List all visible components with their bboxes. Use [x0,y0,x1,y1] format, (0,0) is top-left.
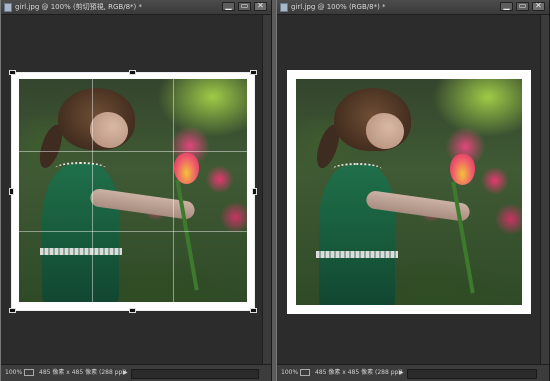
close-icon: ✕ [535,1,542,10]
close-button[interactable]: ✕ [532,1,545,11]
crop-grid-line-vertical-2 [173,72,174,311]
status-menu-arrow-icon[interactable]: ▶ [123,365,128,380]
document-titlebar[interactable]: girl.jpg @ 100% (剪切預視, RGB/8*) * ▁ ▭ ✕ [1,0,271,15]
photo-tulip [449,153,475,186]
photo-collar [332,162,382,176]
photo-image [296,79,522,305]
document-icon [4,3,12,12]
photo-dress-trim [316,250,398,258]
vertical-scrollbar[interactable] [540,15,549,365]
crop-grid-line-horizontal-2 [11,231,255,232]
zoom-level[interactable]: 100% [281,365,298,380]
minimize-button[interactable]: ▁ [500,1,513,11]
status-menu-arrow-icon[interactable]: ▶ [399,365,404,380]
crop-handle-top[interactable] [129,70,136,75]
maximize-icon: ▭ [240,1,249,10]
document-title: girl.jpg @ 100% (剪切預視, RGB/8*) * [15,3,142,11]
maximize-icon: ▭ [518,1,527,10]
crop-handle-top-right[interactable] [250,70,257,75]
crop-handle-bottom[interactable] [129,308,136,313]
document-size-info: 485 像素 x 485 像素 (288 ppi) [39,369,127,376]
vertical-scrollbar[interactable] [262,15,271,365]
horizontal-scrollbar[interactable] [131,369,259,379]
status-bar: 100% 485 像素 x 485 像素 (288 ppi) ▶ [277,364,549,381]
photo-flower-stem [175,179,200,291]
photo-face [366,112,405,150]
window-controls: ▁ ▭ ✕ [500,1,545,12]
document-size-info: 485 像素 x 485 像素 (288 ppi) [315,369,403,376]
photo-tulip [174,152,200,184]
window-controls: ▁ ▭ ✕ [222,1,267,12]
document-window-crop-preview: girl.jpg @ 100% (剪切預視, RGB/8*) * ▁ ▭ ✕ 1… [0,0,272,381]
document-canvas[interactable] [1,15,271,365]
minimize-icon: ▁ [503,1,510,10]
crop-handle-left[interactable] [9,188,14,195]
crop-handle-bottom-left[interactable] [9,308,16,313]
close-icon: ✕ [257,1,264,10]
document-title: girl.jpg @ 100% (RGB/8*) * [291,3,386,11]
photo-collar [55,161,106,175]
document-window-final: girl.jpg @ 100% (RGB/8*) * ▁ ▭ ✕ 100% 48… [276,0,550,381]
status-doc-icon [300,369,310,376]
document-titlebar[interactable]: girl.jpg @ 100% (RGB/8*) * ▁ ▭ ✕ [277,0,549,15]
photo-face [89,112,129,149]
horizontal-scrollbar[interactable] [407,369,537,379]
photo-dress [318,164,396,305]
close-button[interactable]: ✕ [254,1,267,11]
document-canvas[interactable] [277,15,549,365]
photo-flower-stem [451,181,475,294]
maximize-button[interactable]: ▭ [238,1,251,11]
zoom-level[interactable]: 100% [5,365,22,380]
photo-dress-trim [39,248,122,256]
crop-grid-line-horizontal-1 [11,151,255,152]
crop-handle-bottom-right[interactable] [250,308,257,313]
document-icon [280,3,288,12]
crop-grid-line-vertical-1 [92,72,93,311]
status-bar: 100% 485 像素 x 485 像素 (288 ppi) ▶ [1,364,271,381]
photo-dress [41,163,120,302]
status-doc-icon [24,369,34,376]
crop-handle-right[interactable] [252,188,257,195]
crop-handle-top-left[interactable] [9,70,16,75]
minimize-icon: ▁ [225,1,232,10]
photo-image [19,79,247,302]
maximize-button[interactable]: ▭ [516,1,529,11]
minimize-button[interactable]: ▁ [222,1,235,11]
